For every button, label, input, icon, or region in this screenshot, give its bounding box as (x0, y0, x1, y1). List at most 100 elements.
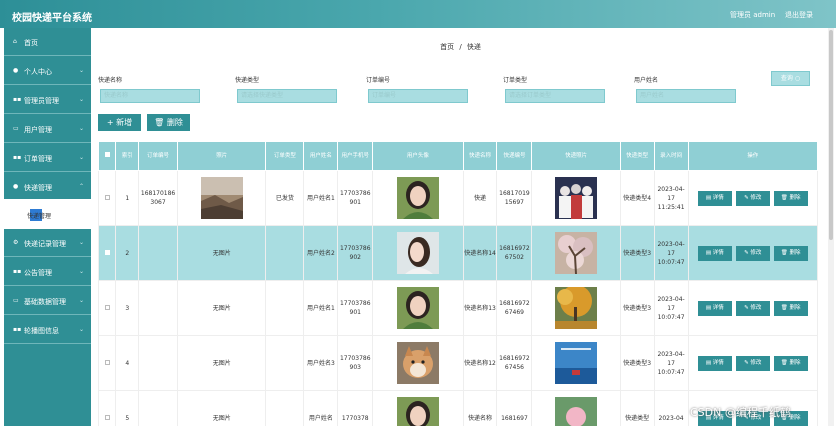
row-checkbox[interactable] (104, 249, 110, 255)
cell-express-photo (531, 170, 621, 226)
sidebar-item-label: 快递记录管理 (24, 240, 66, 248)
cell-express-no: 1681697267469 (496, 280, 533, 336)
cell-order-no (138, 280, 179, 336)
edit-button[interactable]: ✎ 修改 (735, 355, 770, 371)
column-header: 快递照片 (531, 141, 621, 171)
sidebar-item-label: 用户管理 (24, 126, 52, 134)
cell-order-type: 已发货 (265, 170, 305, 226)
cell-index: 5 (115, 390, 140, 426)
table-header-row: 索引 订单编号 照片 订单类型 用户姓名 用户手机号 用户头像 快递名称 快递编… (97, 141, 819, 171)
cell-actions: ▤ 详情 ✎ 修改 🗑 删除 (687, 225, 819, 281)
cell-express-name: 快递 (462, 170, 498, 226)
edit-button[interactable]: ✎ 修改 (735, 300, 770, 316)
table-row: 3 无图片 用户姓名1 17703786901 快递名称13 168169726… (97, 280, 819, 336)
search-button-label: 查询 (780, 75, 793, 82)
delete-button[interactable]: 🗑 删除 (773, 300, 808, 316)
cell-express-name: 快递名称14 (462, 225, 498, 281)
express-type-select[interactable]: 请选择快递类型 (237, 89, 337, 103)
chevron-down-icon: ⌄ (79, 297, 85, 304)
cell-time: 2023-04-17 10:07:47 (653, 280, 689, 336)
filter-label-express-type: 快递类型 (235, 77, 260, 84)
detail-button[interactable]: ▤ 详情 (697, 355, 732, 371)
column-header: 照片 (177, 141, 267, 171)
table-row: 1 1681701863067 已发货 用户姓名1 17703786901 快递… (97, 170, 819, 226)
sidebar-item-label: 首页 (24, 39, 38, 47)
search-button[interactable]: 查询 ○ (771, 71, 810, 86)
submenu-item-express-manage[interactable]: 快递管理 (27, 209, 53, 221)
sidebar-item-notices[interactable]: ▪▪ 公告管理 ⌄ (4, 258, 91, 286)
detail-button[interactable]: ▤ 详情 (697, 300, 732, 316)
delete-button[interactable]: 🗑 删除 (773, 190, 808, 206)
header-select-all[interactable] (97, 141, 117, 171)
scrollbar-thumb[interactable] (829, 30, 833, 240)
sidebar-item-label: 公告管理 (24, 269, 52, 277)
cell-index: 4 (115, 335, 140, 391)
row-checkbox[interactable] (104, 359, 110, 365)
cell-photo (177, 170, 267, 226)
add-button[interactable]: + 新增 (98, 114, 141, 131)
cell-photo: 无图片 (177, 225, 267, 281)
cell-user-name: 用户姓名2 (303, 225, 339, 281)
column-header: 快递类型 (619, 141, 655, 171)
detail-button[interactable]: ▤ 详情 (697, 245, 732, 261)
edit-button[interactable]: ✎ 修改 (735, 245, 770, 261)
sidebar-item-admins[interactable]: ▪▪ 管理员管理 ⌄ (4, 86, 91, 114)
row-checkbox[interactable] (104, 414, 110, 420)
row-checkbox[interactable] (104, 194, 110, 200)
sidebar-item-express-records[interactable]: ⚙ 快递记录管理 ⌄ (4, 229, 91, 257)
cell-avatar (372, 390, 464, 426)
detail-button[interactable]: ▤ 详情 (697, 190, 732, 206)
cell-user-name: 用户姓名 (303, 390, 339, 426)
breadcrumb: 首页 / 快递 (93, 42, 828, 52)
order-type-select[interactable]: 请选择订单类型 (505, 89, 605, 103)
cell-actions: ▤ 详情 ✎ 修改 🗑 删除 (687, 335, 819, 391)
breadcrumb-home[interactable]: 首页 (440, 43, 454, 51)
cell-index: 2 (115, 225, 140, 281)
sidebar-item-home[interactable]: ⌂ 首页 (4, 28, 91, 56)
cell-express-no: 1681697267502 (496, 225, 533, 281)
sidebar-item-orders[interactable]: ▪▪ 订单管理 ⌄ (4, 144, 91, 172)
user-avatar-image (396, 177, 439, 219)
cell-express-photo (531, 280, 621, 336)
logout-link[interactable]: 退出登录 (785, 10, 813, 20)
cell-express-photo (531, 390, 621, 426)
sidebar-item-label: 基础数据管理 (24, 298, 66, 306)
cell-phone: 1770378 (337, 390, 374, 426)
sidebar-item-label: 快递管理 (24, 184, 52, 192)
sidebar-item-express[interactable]: ● 快递管理 ⌃ (4, 173, 91, 201)
select-all-checkbox[interactable] (104, 152, 110, 157)
vertical-scrollbar[interactable] (828, 28, 834, 426)
column-header: 快递名称 (462, 141, 498, 171)
batch-delete-label: 删除 (166, 118, 183, 127)
sidebar: ⌂ 首页 ● 个人中心 ⌄ ▪▪ 管理员管理 ⌄ ▭ 用户管理 ⌄ ▪▪ 订单管… (4, 28, 91, 426)
sidebar-item-carousel[interactable]: ▪▪ 轮播图信息 ⌄ (4, 316, 91, 344)
cell-phone: 17703786901 (337, 280, 374, 336)
user-avatar-image (396, 342, 439, 384)
filter-label-user-name: 用户姓名 (634, 77, 659, 84)
cell-avatar (372, 170, 464, 226)
row-checkbox[interactable] (104, 304, 110, 310)
sidebar-item-label: 管理员管理 (24, 97, 59, 105)
cell-order-type (265, 225, 305, 281)
cell-avatar (372, 335, 464, 391)
sidebar-item-users[interactable]: ▭ 用户管理 ⌄ (4, 115, 91, 143)
gear-icon: ⚙ (13, 239, 19, 246)
grid-icon: ▪▪ (13, 96, 22, 103)
cell-express-type: 快递类型3 (619, 335, 655, 391)
edit-button[interactable]: ✎ 修改 (735, 190, 770, 206)
user-name-input[interactable]: 用户姓名 (636, 89, 736, 103)
cell-time: 2023-04-17 11:25:41 (653, 170, 689, 226)
cell-express-name: 快递名称 (462, 390, 498, 426)
order-no-input[interactable]: 订单编号 (368, 89, 468, 103)
delete-button[interactable]: 🗑 删除 (773, 245, 808, 261)
delete-button[interactable]: 🗑 删除 (773, 355, 808, 371)
grid-icon: ▪▪ (13, 268, 22, 275)
sidebar-item-base-data[interactable]: ▭ 基础数据管理 ⌄ (4, 287, 91, 315)
express-name-input[interactable]: 快递名称 (100, 89, 200, 103)
user-avatar-image (396, 287, 439, 329)
cell-time: 2023-04-17 10:07:47 (653, 225, 689, 281)
sidebar-item-profile[interactable]: ● 个人中心 ⌄ (4, 57, 91, 85)
batch-delete-button[interactable]: 🗑 删除 (147, 114, 190, 131)
filter-label-order-type: 订单类型 (503, 77, 528, 84)
cell-express-no: 1681697267456 (496, 335, 533, 391)
